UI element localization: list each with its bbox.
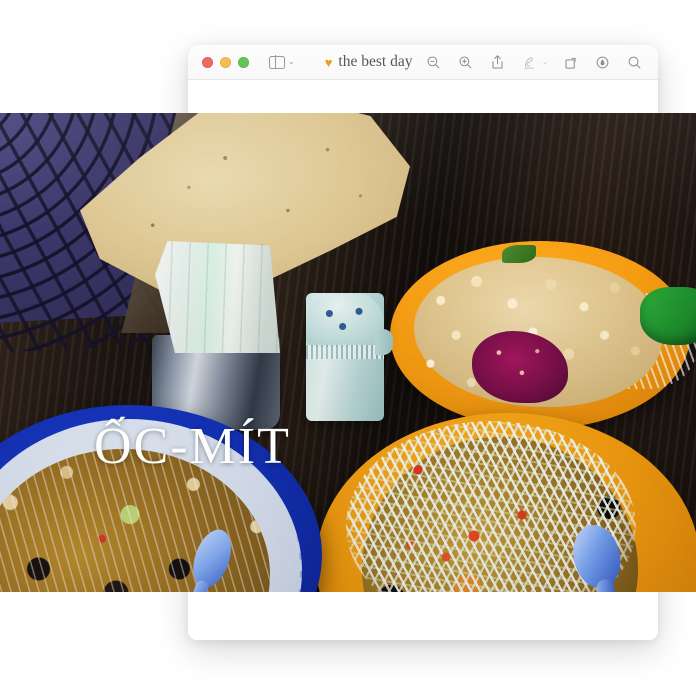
shaker-ribs (306, 345, 384, 359)
paper-napkins (155, 241, 280, 353)
chevron-down-icon[interactable]: ⌄ (542, 58, 548, 66)
magenta-sauce (472, 331, 568, 403)
zoom-out-icon[interactable] (423, 52, 443, 72)
window-controls (202, 56, 249, 68)
shaker-cap (306, 293, 384, 347)
rotate-icon[interactable] (560, 52, 580, 72)
document-title: ♥ the best day (325, 53, 413, 71)
window-toolbar: ⌄ (423, 52, 644, 72)
minimize-window-button[interactable] (220, 56, 231, 68)
close-window-button[interactable] (202, 56, 213, 68)
share-icon[interactable] (487, 52, 507, 72)
herb-leaf (502, 245, 536, 263)
markup-pen-icon[interactable] (519, 52, 539, 72)
window-titlebar: ⌄ ♥ the best day ⌄ (188, 45, 658, 80)
shaker-handle (375, 329, 393, 355)
sidebar-icon (269, 55, 285, 69)
zoom-in-icon[interactable] (455, 52, 475, 72)
food-photograph (0, 113, 696, 592)
screenshot-root: ⌄ ♥ the best day ⌄ ỐC-MÍT (0, 0, 696, 696)
sidebar-toggle-button[interactable]: ⌄ (269, 55, 295, 69)
toothpick-shaker (306, 293, 393, 421)
chili-pieces (378, 449, 578, 592)
maximize-window-button[interactable] (238, 56, 249, 68)
green-bowl (640, 287, 696, 345)
orange-plate-peanut-salad (390, 241, 696, 429)
annotate-icon[interactable] (592, 52, 612, 72)
document-title-text: the best day (338, 53, 413, 70)
photo-viewport[interactable]: ỐC-MÍT (0, 113, 696, 592)
photo-caption: ỐC-MÍT (94, 418, 291, 475)
search-icon[interactable] (624, 52, 644, 72)
heart-icon: ♥ (324, 54, 333, 70)
chevron-down-icon: ⌄ (288, 57, 295, 66)
